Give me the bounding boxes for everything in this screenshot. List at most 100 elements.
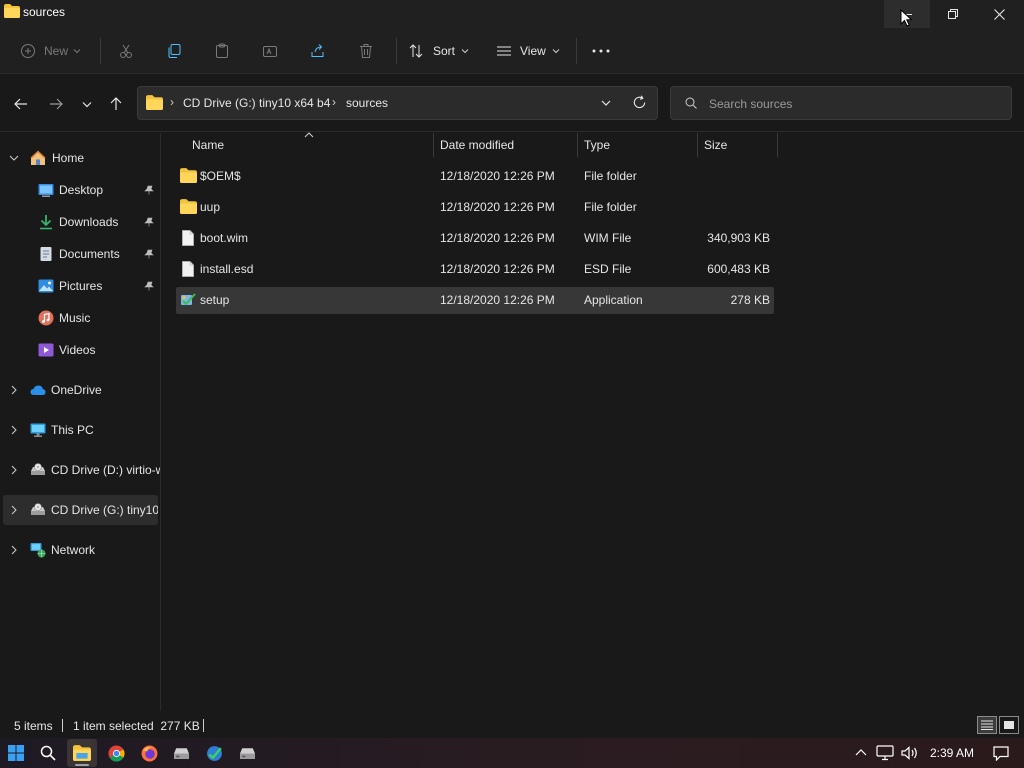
chevron-down-icon[interactable] [9, 153, 19, 163]
cut-button[interactable] [118, 38, 134, 64]
taskbar-app-drive-2[interactable] [232, 739, 262, 767]
details-view-icon [981, 720, 993, 730]
chevron-down-icon [552, 49, 560, 54]
breadcrumb-sources[interactable]: sources [346, 96, 388, 110]
volume-icon[interactable] [901, 745, 919, 761]
sort-ascending-icon [304, 132, 314, 138]
cd-drive-icon [173, 747, 189, 759]
taskbar-chrome[interactable] [101, 739, 131, 767]
pin-icon[interactable] [144, 185, 154, 195]
new-button[interactable]: New [20, 38, 81, 64]
file-type: File folder [584, 200, 637, 214]
start-button[interactable] [1, 739, 31, 767]
pin-icon[interactable] [144, 217, 154, 227]
column-divider[interactable] [577, 133, 578, 157]
file-name: boot.wim [200, 231, 249, 245]
divider [62, 719, 63, 732]
folder-icon [180, 168, 197, 183]
column-header-size[interactable]: Size [704, 133, 727, 157]
windows-logo-icon [8, 745, 24, 761]
setup-icon [181, 293, 196, 306]
clock[interactable]: 2:39 AM [930, 746, 974, 760]
more-options-button[interactable] [592, 38, 610, 64]
sidebar-item-videos[interactable]: Videos [0, 335, 160, 365]
cd-drive-icon [31, 463, 45, 475]
taskbar-file-explorer[interactable] [67, 739, 97, 767]
share-button[interactable] [310, 38, 326, 64]
sidebar-item-this-pc[interactable]: This PC [0, 415, 160, 445]
new-label: New [44, 44, 69, 58]
restore-button[interactable] [930, 0, 976, 28]
search-taskbar-button[interactable] [33, 739, 63, 767]
delete-button[interactable] [358, 38, 374, 64]
column-divider[interactable] [777, 133, 778, 157]
column-header-name[interactable]: Name [192, 133, 224, 157]
cloud-icon [30, 385, 46, 395]
file-row[interactable]: boot.wim 12/18/2020 12:26 PM WIM File 34… [176, 225, 774, 252]
copy-button[interactable] [166, 38, 182, 64]
sidebar-item-cd-drive-d[interactable]: CD Drive (D:) virtio-w [0, 455, 160, 485]
file-date: 12/18/2020 12:26 PM [440, 169, 555, 183]
pin-icon[interactable] [144, 281, 154, 291]
chevron-right-icon[interactable] [9, 545, 19, 555]
divider [576, 38, 577, 64]
sidebar-item-music[interactable]: Music [0, 303, 160, 333]
trash-icon [360, 44, 372, 58]
arrow-right-icon [50, 98, 63, 110]
file-size: 278 KB [730, 293, 770, 307]
column-header-date[interactable]: Date modified [440, 133, 514, 157]
file-row[interactable]: install.esd 12/18/2020 12:26 PM ESD File… [176, 256, 774, 283]
taskbar-app-setup[interactable] [199, 739, 229, 767]
tiles-view-button[interactable] [999, 716, 1019, 734]
setup-icon [206, 745, 222, 761]
breadcrumb-separator-icon: › [332, 95, 336, 109]
paste-button[interactable] [214, 38, 230, 64]
sidebar-item-downloads[interactable]: Downloads [0, 207, 160, 237]
search-icon [685, 97, 697, 109]
column-divider[interactable] [433, 133, 434, 157]
network-status-icon[interactable] [876, 745, 894, 761]
taskbar-firefox[interactable] [134, 739, 164, 767]
details-view-button[interactable] [977, 716, 997, 734]
file-row[interactable]: uup 12/18/2020 12:26 PM File folder [176, 194, 774, 221]
chevron-right-icon[interactable] [9, 505, 19, 515]
file-row[interactable]: setup 12/18/2020 12:26 PM Application 27… [176, 287, 774, 314]
column-header-type[interactable]: Type [584, 133, 610, 157]
search-input[interactable] [709, 95, 999, 113]
chevron-right-icon[interactable] [9, 465, 19, 475]
sort-button[interactable]: Sort [408, 38, 469, 64]
breadcrumb-drive[interactable]: CD Drive (G:) tiny10 x64 b4 [183, 96, 330, 110]
computer-icon [30, 423, 46, 437]
forward-button[interactable] [45, 93, 67, 115]
chevron-right-icon[interactable] [9, 385, 19, 395]
address-bar[interactable]: › CD Drive (G:) tiny10 x64 b4 › sources [137, 86, 658, 120]
chevron-up-icon[interactable] [855, 748, 867, 756]
sidebar-item-network[interactable]: Network [0, 535, 160, 565]
chevron-right-icon[interactable] [9, 425, 19, 435]
cd-drive-icon [239, 747, 255, 759]
file-name: $OEM$ [200, 169, 241, 183]
view-button[interactable]: View [496, 38, 560, 64]
up-button[interactable] [105, 93, 127, 115]
notification-icon[interactable] [993, 746, 1009, 761]
sidebar-item-desktop[interactable]: Desktop [0, 175, 160, 205]
file-type: ESD File [584, 262, 632, 276]
file-name: setup [200, 293, 230, 307]
recent-locations-button[interactable] [76, 93, 98, 115]
sidebar-label: CD Drive (D:) virtio-w [51, 463, 160, 477]
pin-icon[interactable] [144, 249, 154, 259]
search-box[interactable] [670, 86, 1012, 120]
sidebar-item-pictures[interactable]: Pictures [0, 271, 160, 301]
close-button[interactable] [976, 0, 1022, 28]
file-row[interactable]: $OEM$ 12/18/2020 12:26 PM File folder [176, 163, 774, 190]
taskbar-app-drive-1[interactable] [166, 739, 196, 767]
sidebar-item-onedrive[interactable]: OneDrive [0, 375, 160, 405]
sidebar-item-home[interactable]: Home [0, 143, 160, 173]
back-button[interactable] [10, 93, 32, 115]
chevron-down-icon[interactable] [600, 96, 612, 110]
column-divider[interactable] [697, 133, 698, 157]
rename-button[interactable] [262, 38, 278, 64]
refresh-icon[interactable] [632, 95, 647, 110]
sidebar-item-cd-drive-g[interactable]: CD Drive (G:) tiny10 : [3, 495, 158, 525]
sidebar-item-documents[interactable]: Documents [0, 239, 160, 269]
